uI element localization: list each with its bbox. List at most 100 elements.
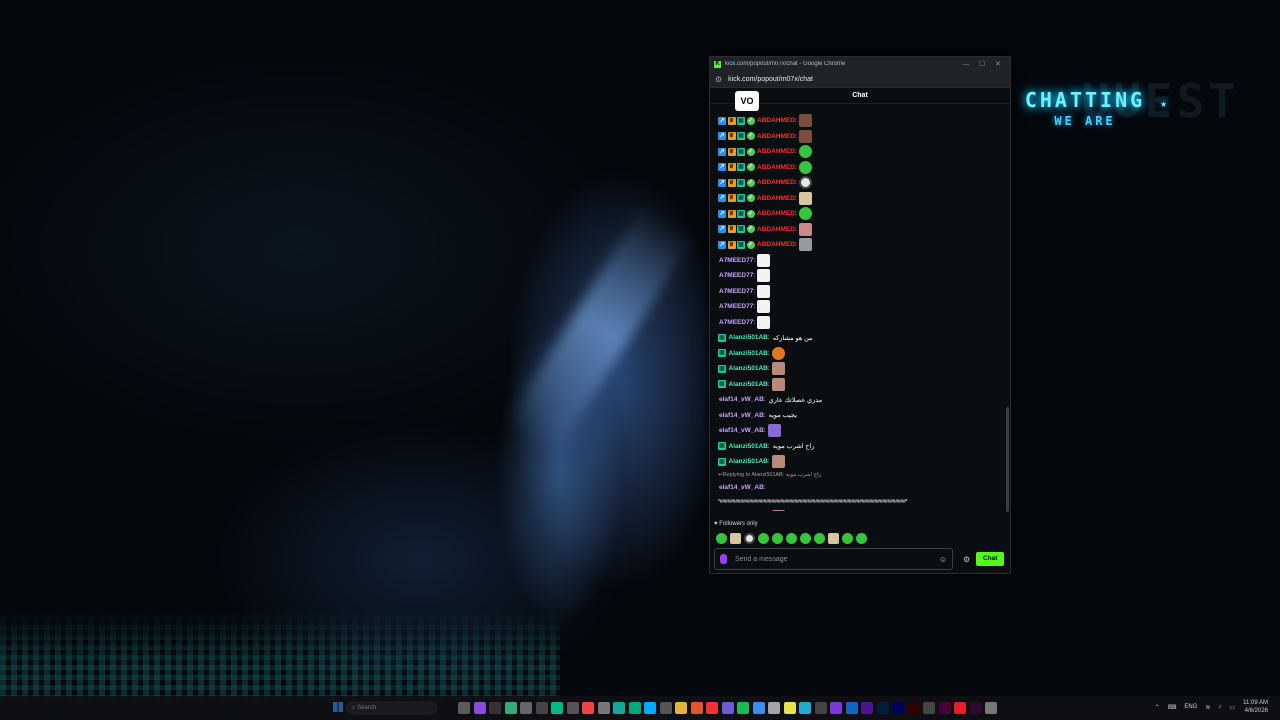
taskbar-app-icon[interactable] (535, 702, 548, 714)
chat-username[interactable]: A7MEED77 (719, 288, 753, 295)
quick-emote-icon[interactable] (744, 533, 755, 544)
chat-username[interactable]: Alanzi501AB (729, 334, 768, 341)
quick-emote-icon[interactable] (730, 533, 741, 544)
taskbar-app-icon[interactable] (923, 702, 935, 714)
chat-username[interactable]: Alanzi501AB (729, 443, 768, 450)
taskbar-app-icon[interactable] (783, 702, 796, 714)
taskbar-app-icon[interactable] (954, 702, 966, 714)
chat-username[interactable]: A7MEED77 (719, 272, 753, 279)
reply-reference[interactable]: ↩ Replying to Alanzi501AB: راح اشرب مويه (718, 470, 1010, 480)
user-identity-icon[interactable] (720, 554, 727, 564)
quick-emote-icon[interactable] (814, 533, 825, 544)
chat-username[interactable]: A7MEED77 (719, 257, 753, 264)
moderator-badge-icon: ↗ (718, 116, 726, 125)
chevron-up-icon[interactable]: ⌃ (1155, 704, 1160, 711)
taskbar-app-icon[interactable] (814, 702, 827, 714)
chat-username[interactable]: elaf14_vW_AB (719, 396, 764, 403)
chat-message: ↗ ♛ ▣ ✓ ABDAHMED: (718, 191, 1010, 207)
chat-username[interactable]: A7MEED77 (719, 303, 753, 310)
wifi-icon[interactable]: ≋ (1205, 704, 1210, 711)
quick-emote-icon[interactable] (856, 533, 867, 544)
chat-username[interactable]: ABDAHMED (757, 226, 795, 233)
chat-username[interactable]: Alanzi501AB (729, 365, 768, 372)
taskbar-app-icon[interactable] (473, 702, 486, 714)
emote-image (767, 424, 781, 438)
taskbar-app-icon[interactable] (644, 702, 656, 714)
taskbar-app-icon[interactable] (520, 702, 532, 714)
emote-picker-icon[interactable]: ☺ (939, 555, 947, 564)
taskbar-app-icon[interactable] (566, 702, 579, 714)
chat-username[interactable]: ABDAHMED (757, 195, 795, 202)
taskbar-app-icon[interactable] (752, 702, 765, 714)
minimize-icon[interactable]: — (958, 61, 974, 68)
chat-settings-icon[interactable]: ⚙ (963, 555, 970, 564)
taskbar-app-icon[interactable] (504, 702, 517, 714)
colon: : (763, 396, 766, 404)
taskbar-app-icon[interactable] (690, 702, 703, 714)
start-icon[interactable] (333, 702, 343, 712)
taskbar-app-icon[interactable] (845, 702, 858, 714)
taskbar-app-icon[interactable] (799, 702, 811, 714)
chat-username[interactable]: A7MEED77 (719, 319, 753, 326)
taskbar-app-icon[interactable] (892, 702, 904, 714)
volume-icon[interactable]: ♪ (1218, 704, 1221, 710)
taskbar-app-icon[interactable] (938, 702, 951, 714)
chat-username[interactable]: ABDAHMED (757, 117, 795, 124)
taskbar-app-icon[interactable] (876, 702, 889, 714)
taskbar-app-icon[interactable] (768, 702, 780, 714)
taskbar-app-icon[interactable] (675, 702, 687, 714)
taskbar-app-icon[interactable] (907, 702, 920, 714)
quick-emote-icon[interactable] (828, 533, 839, 544)
chat-username[interactable]: Alanzi501AB (729, 381, 768, 388)
taskbar-clock[interactable]: 11:09 AM 4/6/2026 (1243, 699, 1268, 715)
chat-scrollbar[interactable] (1006, 407, 1009, 512)
chat-message-input[interactable]: Send a message ☺ (714, 548, 953, 570)
taskbar-app-icon[interactable] (861, 702, 873, 714)
taskbar-app-icon[interactable] (551, 702, 563, 714)
chat-username[interactable]: ABDAHMED (757, 241, 795, 248)
taskbar-app-icon[interactable] (458, 702, 470, 714)
chat-message-list[interactable]: ↗ ♛ ▣ ✓ ABDAHMED: ↗ ♛ ▣ ✓ ABDAHMED: ↗ ♛ ▣ ✓ ABDAHMED: ↗… (710, 113, 1010, 511)
taskbar-app-icon[interactable] (721, 702, 734, 714)
chat-username[interactable]: ABDAHMED (757, 210, 795, 217)
chat-username[interactable]: Alanzi501AB (729, 350, 768, 357)
taskbar-app-icon[interactable] (985, 702, 997, 714)
keyboard-icon[interactable]: ⌨ (1168, 704, 1177, 711)
quick-emote-icon[interactable] (842, 533, 853, 544)
chat-username[interactable]: ABDAHMED (757, 133, 795, 140)
taskbar-app-icon[interactable] (659, 702, 672, 714)
language-indicator[interactable]: ENG (1184, 704, 1197, 710)
taskbar-app-icon[interactable] (969, 702, 982, 714)
chat-username[interactable]: elaf14_vW_AB (719, 484, 764, 491)
maximize-icon[interactable]: ☐ (974, 60, 990, 68)
taskbar-search[interactable]: ⌕ Search (346, 701, 438, 715)
quick-emote-icon[interactable] (758, 533, 769, 544)
quick-emote-icon[interactable] (772, 533, 783, 544)
taskbar-app-icon[interactable] (706, 702, 718, 714)
taskbar-app-icon[interactable] (737, 702, 749, 714)
quick-emote-icon[interactable] (716, 533, 727, 544)
taskbar-app-icon[interactable] (628, 702, 641, 714)
address-bar[interactable]: ⚙ kick.com/popout/m07x/chat (710, 71, 1010, 88)
emote-image (798, 222, 812, 236)
chat-username[interactable]: ABDAHMED (757, 164, 795, 171)
quick-emote-icon[interactable] (800, 533, 811, 544)
colon: : (794, 163, 797, 171)
chat-username[interactable]: ABDAHMED (757, 179, 795, 186)
taskbar-app-icon[interactable] (613, 702, 625, 714)
quick-emote-icon[interactable] (786, 533, 797, 544)
chat-username[interactable]: Alanzi501AB (729, 458, 768, 465)
taskbar-app-icon[interactable] (582, 702, 594, 714)
chat-username[interactable]: ABDAHMED (757, 148, 795, 155)
chat-username[interactable]: elaf14_vW_AB (719, 412, 764, 419)
close-icon[interactable]: ✕ (990, 60, 1006, 68)
taskbar-app-icon[interactable] (489, 702, 501, 714)
battery-icon[interactable]: ▭ (1229, 704, 1235, 711)
send-chat-button[interactable]: Chat (976, 552, 1005, 566)
chat-username[interactable]: elaf14_vW_AB (719, 427, 764, 434)
colon: : (753, 272, 756, 280)
taskbar-app-icon[interactable] (597, 702, 610, 714)
site-info-icon[interactable]: ⚙ (715, 75, 722, 84)
window-titlebar[interactable]: K kick.com/popout/m07x/chat - Google Chr… (710, 57, 1010, 71)
taskbar-app-icon[interactable] (830, 702, 842, 714)
